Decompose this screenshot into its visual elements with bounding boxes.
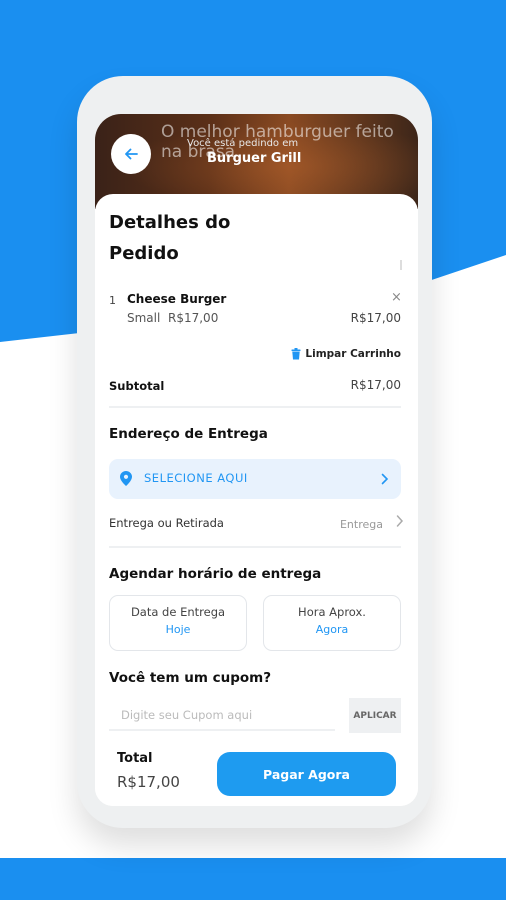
chevron-right-icon[interactable] bbox=[396, 514, 404, 528]
total-label: Total bbox=[117, 751, 153, 766]
delivery-date-label: Data de Entrega bbox=[130, 605, 226, 619]
item-total-price: R$17,00 bbox=[350, 311, 401, 325]
order-details-card: Detalhes do Pedido 1 Cheese Burger × Sma… bbox=[95, 194, 418, 806]
back-button[interactable] bbox=[111, 134, 151, 174]
delivery-section-title: Endereço de Entrega bbox=[109, 426, 268, 442]
item-unit-price: R$17,00 bbox=[168, 311, 219, 325]
pay-now-button[interactable]: Pagar Agora bbox=[217, 752, 396, 796]
coupon-section-title: Você tem um cupom? bbox=[109, 670, 272, 686]
back-arrow-icon bbox=[125, 148, 138, 160]
restaurant-name: Burguer Grill bbox=[207, 151, 302, 166]
subtotal-label: Subtotal bbox=[109, 379, 165, 393]
clear-cart-label: Limpar Carrinho bbox=[305, 348, 401, 360]
chevron-right-icon bbox=[381, 473, 389, 485]
divider bbox=[109, 406, 401, 408]
delivery-time-label: Hora Aprox. bbox=[298, 605, 366, 619]
ordering-label: Você está pedindo em bbox=[187, 138, 299, 149]
app-screen: O melhor hamburguer feito na brasa Você … bbox=[95, 114, 418, 806]
item-quantity: 1 bbox=[109, 294, 116, 307]
close-icon[interactable]: × bbox=[391, 290, 402, 305]
trash-icon bbox=[291, 348, 301, 360]
coupon-input[interactable] bbox=[109, 701, 335, 731]
clear-cart-button[interactable]: Limpar Carrinho bbox=[291, 348, 401, 360]
delivery-time-selector[interactable]: Hora Aprox. Agora bbox=[263, 595, 401, 651]
subtotal-value: R$17,00 bbox=[350, 378, 401, 392]
page-title: Detalhes do Pedido bbox=[109, 212, 231, 264]
apply-coupon-button[interactable]: APLICAR bbox=[349, 698, 401, 733]
location-pin-icon bbox=[120, 471, 132, 486]
delivery-mode-value[interactable]: Entrega bbox=[340, 518, 383, 531]
divider bbox=[109, 546, 401, 548]
select-address-label: SELECIONE AQUI bbox=[144, 471, 248, 485]
select-address-button[interactable]: SELECIONE AQUI bbox=[109, 459, 401, 499]
delivery-time-value: Agora bbox=[315, 623, 349, 636]
item-size: Small bbox=[127, 311, 161, 325]
delivery-date-selector[interactable]: Data de Entrega Hoje bbox=[109, 595, 247, 651]
delivery-date-value: Hoje bbox=[165, 623, 191, 636]
item-name: Cheese Burger bbox=[127, 292, 227, 306]
total-value: R$17,00 bbox=[117, 773, 180, 791]
schedule-section-title: Agendar horário de entrega bbox=[109, 566, 322, 582]
scroll-indicator bbox=[400, 260, 402, 270]
delivery-mode-label: Entrega ou Retirada bbox=[109, 516, 224, 530]
